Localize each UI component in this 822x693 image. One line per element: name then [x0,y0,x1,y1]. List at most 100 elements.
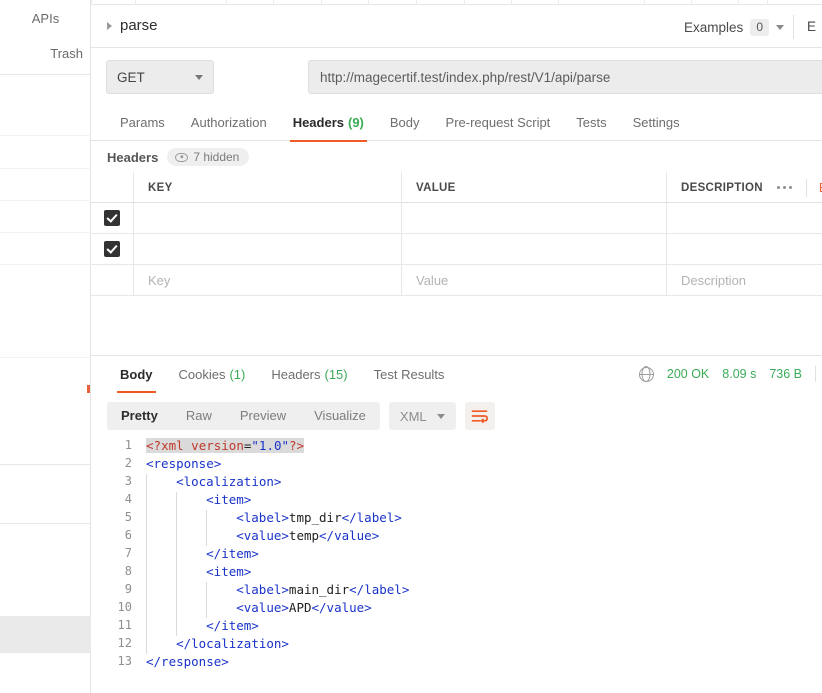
sidebar-divider [0,264,91,265]
code-text: <item> [142,491,251,510]
tab-label: Params [120,115,165,130]
tab-params[interactable]: Params [107,105,178,141]
tab-pre-request-script[interactable]: Pre-request Script [433,105,564,141]
code-line: 3 <localization> [91,472,822,492]
response-time: 8.09 s [722,367,757,381]
breadcrumb[interactable]: parse [107,17,158,34]
new-value-input[interactable]: Value [416,273,448,288]
more-options-icon[interactable] [763,186,806,189]
indent-guide [176,491,178,510]
tab-count: (1) [229,366,246,382]
tab-label: Body [389,115,420,130]
response-size: 736 B [769,367,802,381]
examples-trailing-label[interactable]: E [807,19,816,34]
examples-control[interactable]: Examples 0 [684,19,784,36]
hidden-headers-count: 7 hidden [193,150,240,164]
table-row[interactable] [91,233,822,265]
response-tab-cookies[interactable]: Cookies (1) [166,356,259,392]
line-number: 11 [117,618,132,632]
sidebar-item-trash[interactable]: Trash [0,46,91,62]
bulk-edit-button[interactable]: Bulk [807,180,822,195]
chevron-down-icon[interactable] [436,413,445,419]
http-method-select[interactable]: GET [106,60,214,94]
response-tab-test-results[interactable]: Test Results [361,356,458,392]
toolbar-divider [815,366,816,382]
tab-label: Pre-request Script [445,115,551,130]
indent-guide [176,563,178,582]
sidebar-selected-row[interactable] [0,616,91,652]
globe-icon[interactable] [638,366,655,382]
code-line: 8 <item> [91,562,822,582]
row-checkbox[interactable] [104,241,120,257]
line-number: 2 [124,456,132,470]
response-tab-body[interactable]: Body [107,356,166,393]
indent-guide [146,617,147,636]
code-line: 13 </response> [91,652,822,670]
chevron-down-icon[interactable] [776,25,784,30]
row-checkbox[interactable] [104,210,120,226]
select-all-cell[interactable] [91,172,134,203]
new-description-input[interactable]: Description [681,273,746,288]
url-value: http://magecertif.test/index.php/rest/V1… [320,69,611,85]
indent-guide [176,617,178,636]
url-bar: GET http://magecertif.test/index.php/res… [91,48,822,105]
table-header-row: KEY VALUE DESCRIPTION Bulk [91,172,822,203]
row-checkbox-cell[interactable] [91,233,134,265]
response-body-toolbar: Pretty Raw Preview Visualize XML [91,398,822,434]
line-number: 6 [124,528,132,542]
table-row[interactable] [91,202,822,234]
indent-guide [206,599,208,618]
tab-label: Tests [576,115,607,130]
table-row-placeholder[interactable]: Key Value Description [91,264,822,296]
tab-body[interactable]: Body [377,105,433,141]
response-body-code[interactable]: 1 <?xml version="1.0"?> 2 <response> 3 <local… [91,436,822,693]
code-text: <value>temp</value> [142,527,379,546]
tab-settings[interactable]: Settings [620,105,693,141]
tab-tests[interactable]: Tests [563,105,619,141]
wrap-text-button[interactable] [464,402,495,430]
headers-table: KEY VALUE DESCRIPTION Bulk Key Value Des… [91,172,822,296]
code-text: <label>tmp_dir</label> [142,509,402,528]
body-format-select[interactable]: XML [388,402,456,430]
indent-guide [176,527,178,546]
chevron-right-icon[interactable] [107,21,112,30]
sidebar-divider [0,135,91,136]
indent-guide [176,581,178,600]
sidebar-divider [0,357,91,358]
body-view-preview[interactable]: Preview [226,402,300,430]
column-header-description: DESCRIPTION [681,181,763,194]
code-selection: <?xml version="1.0"?> [146,437,305,453]
url-input[interactable]: http://magecertif.test/index.php/rest/V1… [308,60,822,94]
code-line: 1 <?xml version="1.0"?> [91,436,822,454]
body-view-raw[interactable]: Raw [172,402,226,430]
body-format-value: XML [399,408,427,424]
code-text: </localization> [142,635,289,654]
chevron-down-icon[interactable] [195,74,203,80]
examples-label: Examples [684,20,744,35]
indent-guide [146,473,147,492]
code-line: 6 <value>temp</value> [91,526,822,546]
hidden-headers-badge[interactable]: 7 hidden [167,148,250,166]
sidebar-divider [0,74,91,75]
indent-guide [146,581,147,600]
indent-guide [146,491,147,510]
row-checkbox-cell[interactable] [91,264,134,296]
body-view-visualize[interactable]: Visualize [300,402,380,430]
row-checkbox-cell[interactable] [91,202,134,234]
sidebar-active-marker [87,385,90,393]
code-text: <value>APD</value> [142,599,372,618]
eye-icon [175,152,189,162]
tab-label: Body [120,366,153,382]
code-text: </item> [142,545,259,564]
sidebar-item-apis[interactable]: APIs [0,11,91,27]
response-tab-headers[interactable]: Headers (15) [258,356,360,392]
line-number: 8 [124,564,132,578]
body-view-pretty[interactable]: Pretty [107,402,172,430]
code-line: 9 <label>main_dir</label> [91,580,822,600]
indent-guide [146,509,147,528]
new-key-input[interactable]: Key [148,273,170,288]
tab-authorization[interactable]: Authorization [178,105,280,141]
tab-headers[interactable]: Headers (9) [280,105,377,142]
indent-guide [146,545,147,564]
sidebar-divider [0,200,91,201]
